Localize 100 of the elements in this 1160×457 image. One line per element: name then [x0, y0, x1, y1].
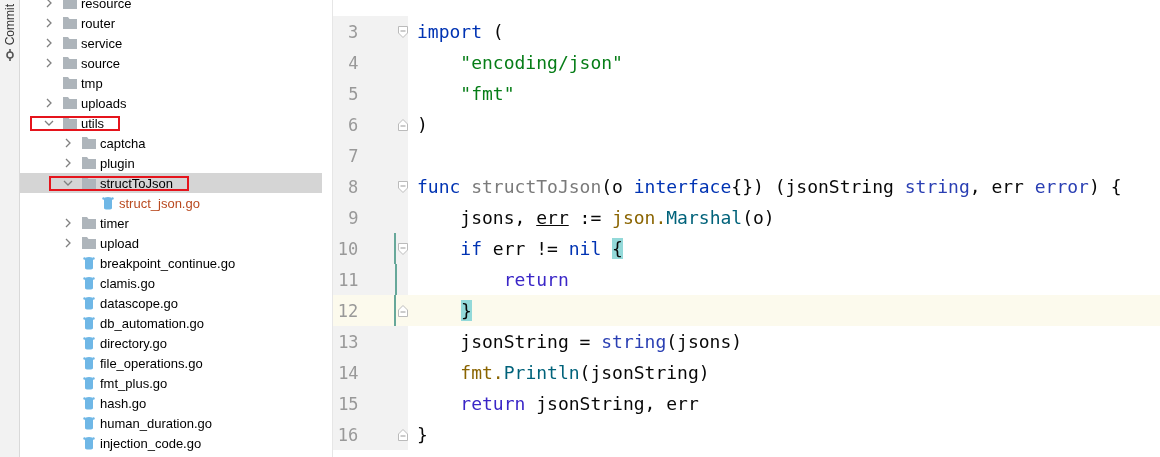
line-number: 3 [346, 21, 359, 42]
file-icon [100, 196, 116, 210]
code-line: func structToJson(o interface{}) (jsonString string, err error) { [416, 176, 1122, 197]
code-line: return [502, 269, 569, 290]
tree-item[interactable]: injection_code.go [20, 433, 322, 453]
tree-item[interactable]: tmp [20, 73, 322, 93]
tree-item[interactable]: file_operations.go [20, 353, 322, 373]
code-line: return jsonString, err [459, 393, 699, 414]
item-label: db_automation.go [100, 315, 205, 331]
change-marker[interactable] [394, 264, 397, 295]
item-label: structToJson [100, 175, 173, 191]
code-line: ) [416, 114, 428, 135]
line-number: 7 [347, 145, 359, 166]
file-icon [81, 396, 97, 410]
file-icon [81, 256, 97, 270]
folder-icon [81, 136, 97, 150]
fold-icon[interactable] [398, 428, 408, 441]
item-label: resource [81, 0, 132, 11]
item-label: fmt_plus.go [100, 375, 168, 391]
item-label: plugin [100, 155, 135, 171]
line-number: 11 [337, 269, 359, 290]
line-number: 4 [347, 52, 359, 73]
item-label: directory.go [100, 335, 167, 351]
code-line: "encoding/json" [459, 52, 623, 73]
file-icon [81, 356, 97, 370]
code-line: jsons, err := json.Marshal(o) [459, 207, 775, 228]
folder-icon [62, 96, 78, 110]
file-icon [81, 376, 97, 390]
folder-icon [62, 36, 78, 50]
tree-item[interactable]: source [20, 53, 322, 73]
line-number: 14 [337, 362, 359, 383]
change-marker[interactable] [394, 233, 396, 264]
change-marker[interactable] [394, 295, 396, 326]
item-label: tmp [81, 75, 103, 91]
item-label: injection_code.go [100, 435, 202, 451]
folder-icon [62, 56, 78, 70]
commit-tab[interactable]: Commit [2, 4, 17, 46]
folder-icon [62, 76, 78, 90]
folder-icon [81, 216, 97, 230]
fold-icon[interactable] [398, 25, 408, 38]
file-icon [81, 296, 97, 310]
tree-item[interactable]: service [20, 33, 322, 53]
file-icon [81, 276, 97, 290]
tree-item[interactable]: resource [20, 0, 322, 13]
fold-icon[interactable] [398, 242, 408, 255]
tree-item[interactable]: datascope.go [20, 293, 322, 313]
tree-item[interactable]: captcha [20, 133, 322, 153]
line-number: 8 [346, 176, 359, 197]
file-icon [81, 316, 97, 330]
tree-item[interactable]: breakpoint_continue.go [20, 253, 322, 273]
line-number: 16 [336, 424, 359, 445]
file-icon [81, 416, 97, 430]
folder-icon [81, 236, 97, 250]
tree-item[interactable]: directory.go [20, 333, 322, 353]
item-label: timer [100, 215, 129, 231]
line-number: 9 [347, 207, 359, 228]
tree-item[interactable]: struct_json.go [20, 193, 322, 213]
item-label: struct_json.go [119, 195, 200, 211]
tree-item[interactable]: human_duration.go [20, 413, 322, 433]
code-line: } [416, 424, 428, 445]
folder-icon [81, 156, 97, 170]
item-label: utils [81, 115, 105, 131]
item-label: router [81, 15, 115, 31]
item-label: source [81, 55, 121, 71]
item-label: datascope.go [100, 295, 179, 311]
code-line: if err != nil { [459, 238, 623, 259]
item-label: human_duration.go [100, 415, 213, 431]
tree-item[interactable]: upload [20, 233, 322, 253]
tree-item[interactable]: db_automation.go [20, 313, 322, 333]
item-label: clamis.go [100, 275, 155, 291]
code-line: jsonString = string(jsons) [459, 331, 743, 352]
folder-icon [62, 0, 78, 10]
file-icon [81, 336, 97, 350]
line-number: 12 [336, 300, 359, 321]
tree-item[interactable]: hash.go [20, 393, 322, 413]
line-number: 15 [337, 393, 359, 414]
item-label: hash.go [100, 395, 147, 411]
item-label: breakpoint_continue.go [100, 255, 236, 271]
fold-icon[interactable] [398, 118, 408, 131]
item-label: uploads [81, 95, 127, 111]
commit-icon [4, 49, 15, 62]
tree-item[interactable]: router [20, 13, 322, 33]
code-line: import ( [416, 21, 504, 42]
tree-item[interactable]: clamis.go [20, 273, 322, 293]
line-number: 10 [336, 238, 359, 259]
tree-item[interactable]: timer [20, 213, 322, 233]
line-number: 13 [337, 331, 359, 352]
line-number: 6 [346, 114, 359, 135]
item-label: file_operations.go [100, 355, 203, 371]
fold-icon[interactable] [398, 304, 408, 317]
tree-item[interactable]: plugin [20, 153, 322, 173]
item-label: upload [100, 235, 140, 251]
tree-item[interactable]: uploads [20, 93, 322, 113]
tree-item[interactable]: structToJson [20, 173, 322, 193]
code-line: fmt.Println(jsonString) [459, 362, 710, 383]
fold-icon[interactable] [398, 180, 408, 193]
tree-item[interactable]: fmt_plus.go [20, 373, 322, 393]
tree-item[interactable]: utils [20, 113, 322, 133]
item-label: captcha [100, 135, 146, 151]
folder-icon [62, 16, 78, 30]
